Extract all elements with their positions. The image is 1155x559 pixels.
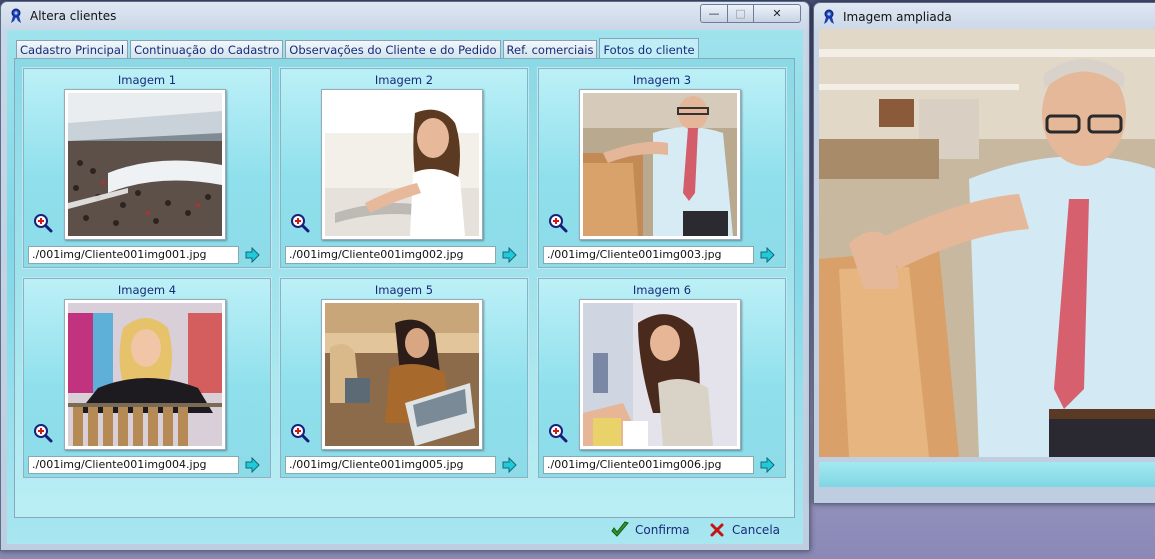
image-path-field[interactable]: ./001img/Cliente001img004.jpg: [28, 456, 239, 474]
maximize-icon: □: [735, 7, 746, 20]
image-slot-4: Imagem 4 ./001img/Cliente001img004.jpg: [22, 277, 272, 479]
confirm-button[interactable]: Confirma: [610, 520, 690, 540]
image-path-field[interactable]: ./001img/Cliente001img003.jpg: [543, 246, 754, 264]
image-slot-5: Imagem 5 ./001img/Cliente001img005.jpg: [279, 277, 529, 479]
photos-panel: Imagem 1 ./001img/Cliente001img001.jpg I…: [14, 58, 795, 518]
image-thumbnail-frame[interactable]: [321, 299, 483, 450]
image-thumbnail-frame[interactable]: [321, 89, 483, 240]
main-window: Altera clientes — □ ✕ Cadastro Principal…: [0, 1, 810, 551]
main-client-area: Cadastro Principal Continuação do Cadast…: [7, 30, 803, 544]
zoom-in-icon[interactable]: [548, 423, 568, 443]
tab-fotos-cliente[interactable]: Fotos do cliente: [599, 38, 699, 60]
zoom-in-icon[interactable]: [548, 213, 568, 233]
image-slot-label: Imagem 6: [632, 283, 692, 297]
man-clothing-store-photo: [819, 29, 1155, 457]
tab-cadastro-principal[interactable]: Cadastro Principal: [16, 40, 129, 59]
minimize-icon: —: [708, 7, 720, 20]
arrow-right-icon[interactable]: [759, 247, 775, 263]
image-slot-label: Imagem 2: [374, 73, 434, 87]
preview-window-title: Imagem ampliada: [843, 10, 952, 24]
tab-strip: Cadastro Principal Continuação do Cadast…: [16, 38, 701, 60]
close-button[interactable]: ✕: [753, 4, 801, 23]
man-clothing-store-photo: [583, 93, 737, 236]
cross-icon: [710, 523, 724, 537]
image-slot-label: Imagem 1: [117, 73, 177, 87]
arrow-right-icon[interactable]: [244, 457, 260, 473]
image-thumbnail-frame[interactable]: [579, 89, 741, 240]
blonde-woman-clothing-rack-photo: [68, 303, 222, 446]
close-icon: ✕: [772, 7, 782, 20]
image-thumbnail-frame[interactable]: [64, 89, 226, 240]
image-slot-6: Imagem 6 ./001img/Cliente001img006.jpg: [537, 277, 787, 479]
arrow-right-icon[interactable]: [244, 247, 260, 263]
ribbon-app-icon: [11, 8, 21, 23]
confirm-label: Confirma: [635, 523, 690, 537]
maximize-button[interactable]: □: [728, 4, 753, 23]
zoom-in-icon[interactable]: [290, 213, 310, 233]
image-path-field[interactable]: ./001img/Cliente001img002.jpg: [285, 246, 496, 264]
cashier-checkout-photo: [325, 303, 479, 446]
ribbon-app-icon: [824, 9, 834, 24]
checkmark-icon: [611, 521, 629, 537]
image-slot-1: Imagem 1 ./001img/Cliente001img001.jpg: [22, 67, 272, 269]
enlarged-image: [819, 29, 1155, 457]
arrow-right-icon[interactable]: [759, 457, 775, 473]
cancel-button[interactable]: Cancela: [707, 520, 780, 540]
tab-observacoes[interactable]: Observações do Cliente e do Pedido: [285, 40, 501, 59]
image-path-field[interactable]: ./001img/Cliente001img006.jpg: [543, 456, 754, 474]
main-window-title: Altera clientes: [30, 9, 117, 23]
image-slot-label: Imagem 3: [632, 73, 692, 87]
arrow-right-icon[interactable]: [501, 457, 517, 473]
image-slot-3: Imagem 3 ./001img/Cliente001img003.jpg: [537, 67, 787, 269]
zoom-in-icon[interactable]: [33, 423, 53, 443]
preview-window: Imagem ampliada: [813, 2, 1155, 504]
preview-footer-bar: [819, 462, 1155, 487]
image-path-field[interactable]: ./001img/Cliente001img001.jpg: [28, 246, 239, 264]
woman-shopping-bags-photo: [583, 303, 737, 446]
zoom-in-icon[interactable]: [33, 213, 53, 233]
woman-at-counter-photo: [325, 93, 479, 236]
image-thumbnail-frame[interactable]: [579, 299, 741, 450]
image-thumbnail-frame[interactable]: [64, 299, 226, 450]
arrow-right-icon[interactable]: [501, 247, 517, 263]
preview-titlebar[interactable]: Imagem ampliada: [814, 3, 1155, 31]
image-slot-label: Imagem 5: [374, 283, 434, 297]
cancel-label: Cancela: [732, 523, 781, 537]
minimize-button[interactable]: —: [700, 4, 728, 23]
image-slot-2: Imagem 2 ./001img/Cliente001img002.jpg: [279, 67, 529, 269]
zoom-in-icon[interactable]: [290, 423, 310, 443]
tab-ref-comerciais[interactable]: Ref. comerciais: [502, 40, 598, 59]
mall-crowd-photo: [68, 93, 222, 236]
main-titlebar[interactable]: Altera clientes — □ ✕: [1, 2, 809, 30]
image-path-field[interactable]: ./001img/Cliente001img005.jpg: [285, 456, 496, 474]
tab-continuacao-cadastro[interactable]: Continuação do Cadastro: [130, 40, 284, 59]
image-slot-label: Imagem 4: [117, 283, 177, 297]
